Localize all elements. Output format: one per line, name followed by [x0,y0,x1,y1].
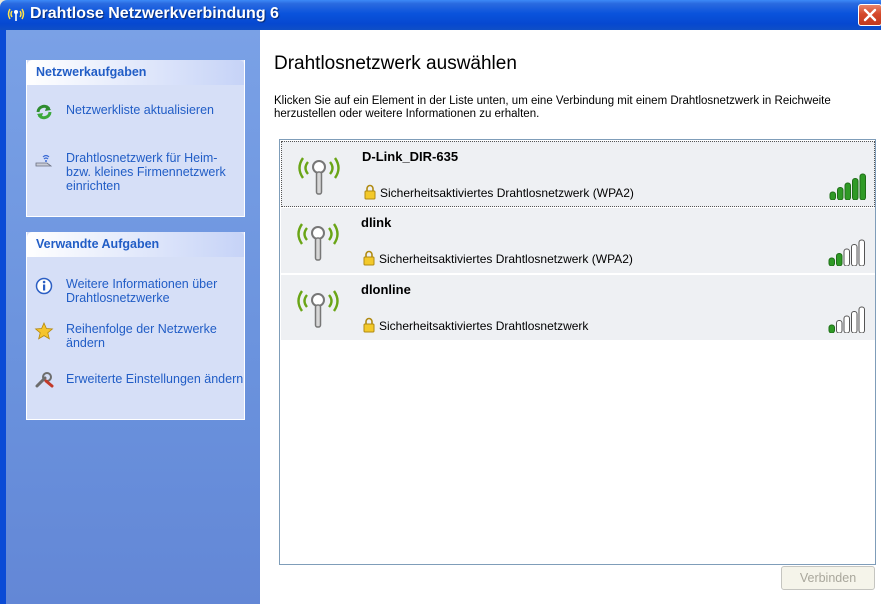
signal-bar [851,311,858,333]
close-button[interactable] [858,4,881,26]
star-icon [34,322,54,340]
lock-icon [364,184,376,200]
advanced-settings-label: Erweiterte Einstellungen ändern [66,372,244,386]
more-info-wireless-label: Weitere Informationen über Drahtlosnetzw… [66,277,218,305]
wireless-antenna-icon [297,290,339,328]
signal-bar [828,257,835,266]
title-bar[interactable]: Drahtlose Netzwerkverbindung 6 [0,0,881,30]
lock-icon [363,317,375,333]
signal-bar [843,315,850,333]
window-title: Drahtlose Netzwerkverbindung 6 [30,5,279,22]
wizard-icon [35,154,53,167]
network-ssid: D-Link_DIR-635 [362,149,459,164]
page-description: Klicken Sie auf ein Element in der Liste… [274,95,831,120]
change-network-order-label: Reihenfolge der Netzwerke ändern [66,322,217,350]
signal-bar [852,178,859,200]
signal-bar [836,253,843,266]
refresh-icon [36,104,52,120]
network-ssid: dlonline [361,282,411,297]
info-icon [35,277,53,295]
network-row[interactable]: dlonline Sicherheitsaktiviertes Drahtlos… [281,275,875,341]
wireless-antenna-icon [297,223,339,261]
signal-bar [858,306,865,333]
wireless-connection-window: Drahtlose Netzwerkverbindung 6 Netzwerka… [0,0,881,604]
network-list[interactable]: D-Link_DIR-635 Sicherheitsaktiviertes Dr… [279,139,876,565]
signal-bar [836,320,843,333]
settings-icon [35,372,54,388]
network-security: Sicherheitsaktiviertes Drahtlosnetzwerk … [380,186,634,200]
task-pane: Netzwerkaufgaben Netzwerkliste aktualisi… [6,30,260,604]
refresh-network-list-label: Netzwerkliste aktualisieren [66,103,214,117]
network-security: Sicherheitsaktiviertes Drahtlosnetzwerk [379,319,589,333]
signal-strength-icon [828,306,865,333]
signal-strength-icon [829,173,866,200]
signal-bar [859,173,866,200]
signal-bar [837,187,844,200]
main-content: Drahtlosnetzwerk auswählen Klicken Sie a… [260,30,881,604]
page-title: Drahtlosnetzwerk auswählen [274,53,517,74]
signal-bar [828,324,835,333]
setup-wireless-network-label: Drahtlosnetzwerk für Heim- bzw. kleines … [66,151,226,193]
network-row[interactable]: dlink Sicherheitsaktiviertes Drahtlosnet… [281,208,875,274]
signal-bar [851,244,858,266]
refresh-network-list-link[interactable]: Netzwerkliste aktualisieren [27,103,246,123]
signal-bar [843,248,850,266]
advanced-settings-link[interactable]: Erweiterte Einstellungen ändern [27,372,246,402]
network-ssid: dlink [361,215,392,230]
network-tasks-panel: Netzwerkaufgaben Netzwerkliste aktualisi… [26,60,245,217]
network-tasks-header[interactable]: Netzwerkaufgaben [27,60,244,85]
related-tasks-panel: Verwandte Aufgaben Weitere Informationen… [26,232,245,420]
signal-strength-icon [828,239,865,266]
signal-bar [844,182,851,200]
network-row[interactable]: D-Link_DIR-635 Sicherheitsaktiviertes Dr… [281,141,875,207]
setup-wireless-network-link[interactable]: Drahtlosnetzwerk für Heim- bzw. kleines … [27,151,246,197]
more-info-wireless-link[interactable]: Weitere Informationen über Drahtlosnetzw… [27,277,246,307]
change-network-order-link[interactable]: Reihenfolge der Netzwerke ändern [27,322,246,352]
signal-bar [829,191,836,200]
lock-icon [363,250,375,266]
connect-button[interactable]: Verbinden [781,566,875,590]
network-security: Sicherheitsaktiviertes Drahtlosnetzwerk … [379,252,633,266]
signal-bar [858,239,865,266]
wireless-network-icon [7,8,25,21]
close-icon [863,8,877,22]
wireless-antenna-icon [298,157,340,195]
related-tasks-header[interactable]: Verwandte Aufgaben [27,232,244,257]
